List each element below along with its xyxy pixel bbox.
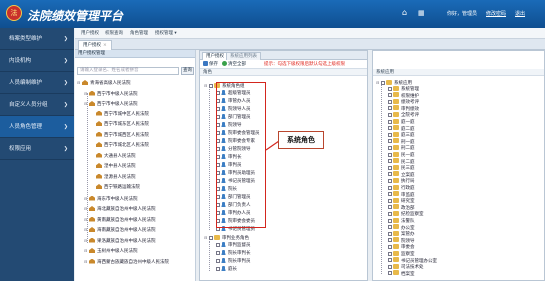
annotation-arrow — [265, 140, 280, 151]
callout-system-role: 系统角色 — [278, 131, 324, 149]
